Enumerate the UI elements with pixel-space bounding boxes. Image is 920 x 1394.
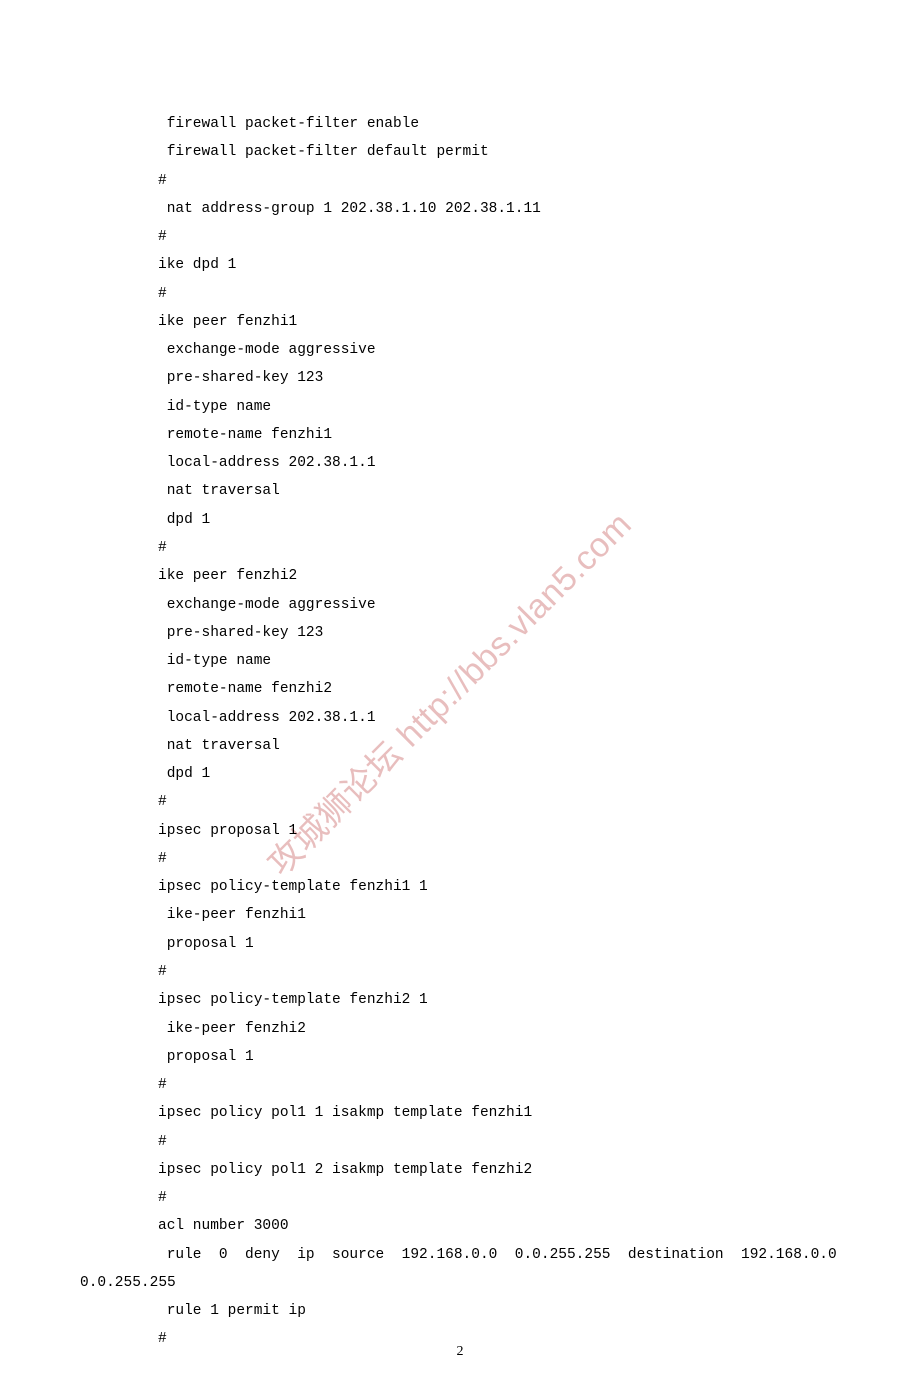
code-line: id-type name — [80, 647, 840, 675]
code-line: nat traversal — [80, 477, 840, 505]
code-line: local-address 202.38.1.1 — [80, 449, 840, 477]
code-line: nat traversal — [80, 732, 840, 760]
code-line: ike peer fenzhi2 — [80, 562, 840, 590]
code-line: ipsec policy pol1 2 isakmp template fenz… — [80, 1156, 840, 1184]
code-line: remote-name fenzhi2 — [80, 675, 840, 703]
code-line: # — [80, 1325, 840, 1353]
code-line: 0.0.255.255 — [80, 1269, 840, 1297]
code-line: # — [80, 167, 840, 195]
code-line: firewall packet-filter enable — [80, 110, 840, 138]
code-line: # — [80, 223, 840, 251]
code-line: pre-shared-key 123 — [80, 364, 840, 392]
code-line: ike dpd 1 — [80, 251, 840, 279]
code-line: remote-name fenzhi1 — [80, 421, 840, 449]
code-line: ike-peer fenzhi2 — [80, 1015, 840, 1043]
code-line: ipsec policy-template fenzhi2 1 — [80, 986, 840, 1014]
code-line: ike-peer fenzhi1 — [80, 901, 840, 929]
code-line: # — [80, 788, 840, 816]
code-line: # — [80, 1184, 840, 1212]
code-line: proposal 1 — [80, 1043, 840, 1071]
code-line: proposal 1 — [80, 930, 840, 958]
code-line: rule 1 permit ip — [80, 1297, 840, 1325]
code-line: pre-shared-key 123 — [80, 619, 840, 647]
code-line: exchange-mode aggressive — [80, 591, 840, 619]
code-line: exchange-mode aggressive — [80, 336, 840, 364]
code-line: ipsec proposal 1 — [80, 817, 840, 845]
code-line: # — [80, 534, 840, 562]
code-line: # — [80, 845, 840, 873]
code-line: nat address-group 1 202.38.1.10 202.38.1… — [80, 195, 840, 223]
code-line: ipsec policy-template fenzhi1 1 — [80, 873, 840, 901]
code-line: dpd 1 — [80, 760, 840, 788]
code-line: acl number 3000 — [80, 1212, 840, 1240]
code-line: local-address 202.38.1.1 — [80, 704, 840, 732]
code-listing: firewall packet-filter enable firewall p… — [80, 110, 840, 1354]
code-line: # — [80, 1071, 840, 1099]
code-line: firewall packet-filter default permit — [80, 138, 840, 166]
code-line: ipsec policy pol1 1 isakmp template fenz… — [80, 1099, 840, 1127]
code-line: dpd 1 — [80, 506, 840, 534]
code-line: id-type name — [80, 393, 840, 421]
code-line: # — [80, 280, 840, 308]
code-line: # — [80, 1128, 840, 1156]
code-line: # — [80, 958, 840, 986]
code-line: rule 0 deny ip source 192.168.0.0 0.0.25… — [80, 1241, 840, 1269]
document-page: 攻城狮论坛 http://bbs.vlan5.com firewall pack… — [0, 0, 920, 1394]
code-line: ike peer fenzhi1 — [80, 308, 840, 336]
